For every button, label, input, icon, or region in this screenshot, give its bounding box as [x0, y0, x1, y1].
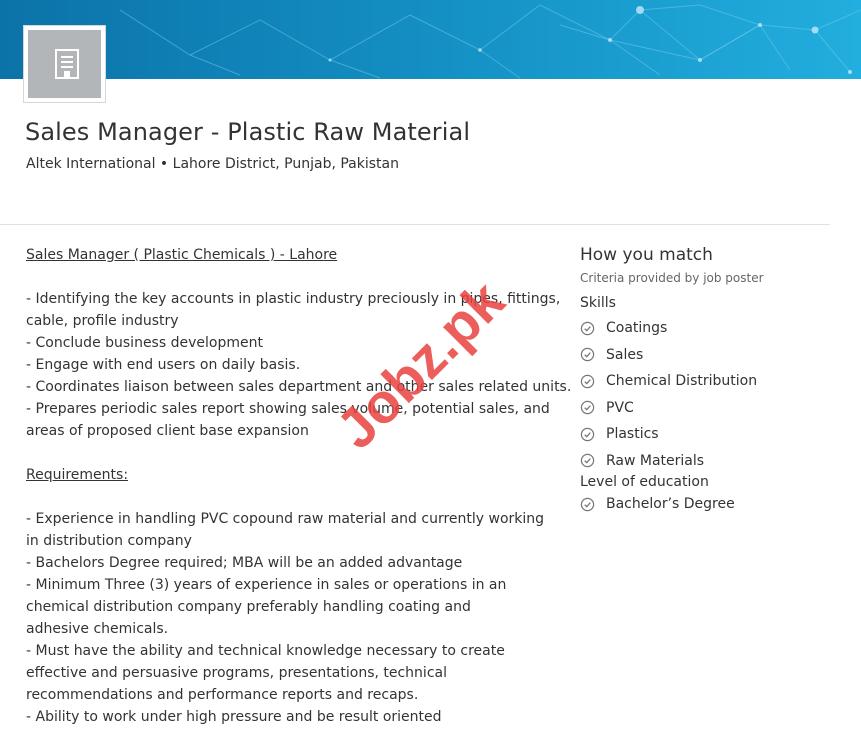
requirement-line: recommendations and performance reports … [26, 687, 419, 703]
check-circle-icon [580, 454, 595, 468]
job-description: Sales Manager ( Plastic Chemicals ) - La… [26, 244, 572, 728]
check-circle-icon [580, 374, 595, 388]
skill-item: PVC [580, 395, 830, 422]
requirement-line: - Experience in handling PVC copound raw… [26, 511, 545, 527]
how-you-match-title: How you match [580, 245, 713, 265]
how-you-match-panel: How you match Criteria provided by job p… [580, 244, 830, 518]
company-logo[interactable] [23, 25, 106, 103]
description-line: - Engage with end users on daily basis. [26, 357, 301, 373]
requirements-heading: Requirements: [26, 467, 129, 483]
check-circle-icon [580, 321, 595, 335]
skills-label: Skills [580, 295, 616, 311]
check-circle-icon [580, 348, 595, 362]
criteria-note: Criteria provided by job poster [580, 271, 764, 285]
skills-list: Coatings Sales Chemical Distribution PVC… [580, 315, 830, 474]
skill-item: Sales [580, 342, 830, 369]
skill-label: Coatings [606, 320, 668, 337]
requirement-line: effective and persuasive programs, prese… [26, 665, 447, 681]
skill-item: Chemical Distribution [580, 368, 830, 395]
check-circle-icon [580, 427, 595, 441]
section-divider [0, 224, 830, 225]
requirement-line: - Must have the ability and technical kn… [26, 643, 505, 659]
description-line: - Prepares periodic sales report showing… [26, 401, 550, 417]
requirement-line: in distribution company [26, 533, 192, 549]
skill-label: Chemical Distribution [606, 373, 758, 390]
description-line: - Identifying the key accounts in plasti… [26, 291, 561, 307]
requirement-line: chemical distribution company preferably… [26, 599, 471, 615]
education-label: Level of education [580, 474, 709, 490]
skill-label: Raw Materials [606, 452, 705, 469]
check-circle-icon [580, 401, 595, 415]
description-heading: Sales Manager ( Plastic Chemicals ) - La… [26, 247, 338, 263]
check-circle-icon [580, 497, 595, 511]
skill-label: Sales [606, 346, 644, 363]
header-banner [0, 0, 861, 79]
skill-item: Plastics [580, 421, 830, 448]
requirement-line: - Bachelors Degree required; MBA will be… [26, 555, 463, 571]
job-company-location: Altek International • Lahore District, P… [26, 156, 399, 172]
description-line: cable, profile industry [26, 313, 179, 329]
description-line: - Coordinates liaison between sales depa… [26, 379, 572, 395]
education-value: Bachelor’s Degree [606, 496, 735, 513]
banner-network-graphic [0, 0, 861, 79]
company-logo-placeholder [28, 30, 101, 98]
skill-label: Plastics [606, 426, 659, 443]
skill-label: PVC [606, 399, 634, 416]
skill-item: Raw Materials [580, 448, 830, 475]
job-title: Sales Manager - Plastic Raw Material [25, 118, 471, 146]
skill-item: Coatings [580, 315, 830, 342]
requirement-line: - Minimum Three (3) years of experience … [26, 577, 507, 593]
description-line: areas of proposed client base expansion [26, 423, 309, 439]
requirement-line: adhesive chemicals. [26, 621, 169, 637]
requirement-line: - Ability to work under high pressure an… [26, 709, 442, 725]
description-line: - Conclude business development [26, 335, 263, 351]
building-icon [55, 49, 79, 79]
education-item: Bachelor’s Degree [580, 491, 830, 518]
